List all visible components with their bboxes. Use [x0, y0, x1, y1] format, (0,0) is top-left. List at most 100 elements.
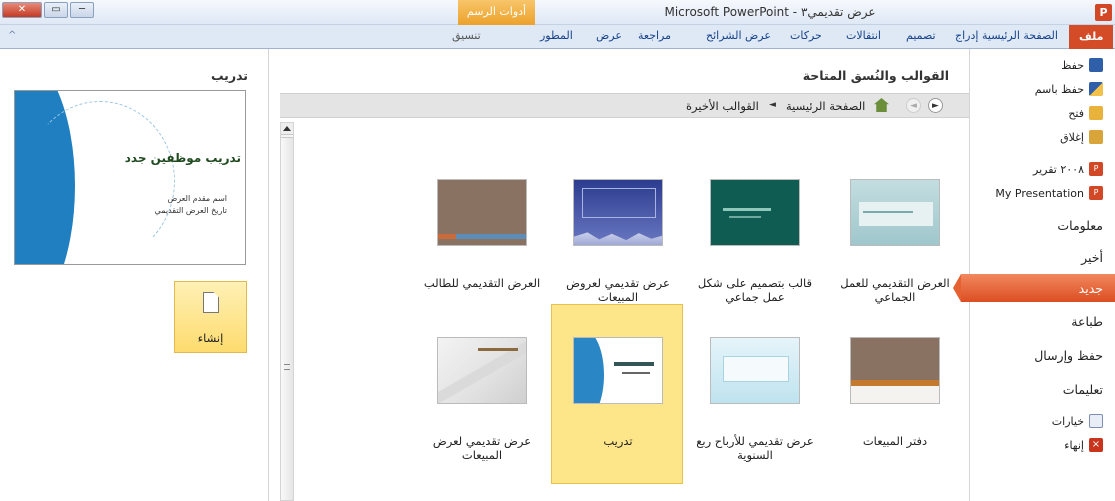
nav-print[interactable]: طباعة [969, 309, 1115, 333]
preview-title: تدريب [210, 68, 248, 83]
scrollbar-thumb[interactable] [281, 137, 293, 500]
breadcrumb-recent-templates[interactable]: القوالب الأخيرة [686, 99, 759, 113]
exit-icon: × [1089, 438, 1103, 452]
save-icon [1089, 58, 1103, 72]
nav-save[interactable]: حفظ [969, 53, 1115, 77]
create-button-label: إنشاء [197, 331, 224, 345]
template-item-selected[interactable]: تدريب [551, 304, 683, 484]
template-item[interactable]: عرض تقديمي لعروض المبيعات [551, 129, 683, 309]
template-item[interactable]: عرض تقديمي لعرض المبيعات [415, 304, 547, 484]
close-window-button[interactable]: ✕ [2, 2, 42, 18]
template-thumbnail [850, 179, 940, 246]
template-item[interactable]: العرض التقديمي للطالب [415, 129, 547, 309]
template-label: العرض التقديمي للطالب [423, 276, 541, 290]
tab-slideshow[interactable]: عرض الشرائح [706, 29, 771, 42]
template-label: قالب بتصميم على شكل عمل جماعي [697, 276, 813, 304]
minimize-window-button[interactable]: ─ [70, 2, 94, 18]
nav-exit-label: إنهاء [1064, 438, 1084, 452]
open-folder-icon [1089, 106, 1103, 120]
back-arrow-icon[interactable]: ◄ [906, 98, 921, 113]
nav-info[interactable]: معلومات [969, 213, 1115, 237]
slide-dotted-arc [25, 101, 175, 261]
tab-file[interactable]: ملف [1069, 25, 1114, 49]
close-folder-icon [1089, 130, 1103, 144]
template-label: عرض تقديمي لعروض المبيعات [566, 276, 670, 304]
powerpoint-app-icon[interactable]: P [1095, 4, 1112, 21]
preview-slide: تدريب موظفين جدد اسم مقدم العرض تاريخ ال… [14, 90, 246, 265]
template-label: دفتر المبيعات [862, 434, 928, 448]
scroll-up-arrow-icon[interactable] [281, 123, 293, 135]
nav-recent[interactable]: أخير [969, 245, 1115, 269]
templates-scrollbar[interactable] [280, 122, 294, 501]
tab-home[interactable]: الصفحة الرئيسية [982, 29, 1058, 42]
template-thumbnail [573, 179, 663, 246]
breadcrumb: القوالب الأخيرة ◄ الصفحة الرئيسية ◄ ► [280, 93, 969, 118]
maximize-window-button[interactable]: ▭ [44, 2, 68, 18]
recent-file-label: My Presentation [995, 186, 1084, 200]
recent-file-label: ٢٠٠٨ تقرير [1033, 162, 1084, 176]
nav-recent-file-1[interactable]: ٢٠٠٨ تقرير P [969, 157, 1115, 181]
backstage-nav: حفظ حفظ باسم فتح إغلاق ٢٠٠٨ تقرير P My Pr… [953, 49, 1115, 501]
available-templates-panel: القوالب والنُسق المتاحة القوالب الأخيرة … [280, 49, 969, 501]
home-icon[interactable] [874, 98, 889, 112]
template-label: عرض تقديمي للأرباح ربع السنوية [696, 434, 814, 462]
template-thumbnail [573, 337, 663, 404]
powerpoint-backstage-window: ✕ ▭ ─ أدوات الرسم عرض تقديمي٣ - Microsof… [0, 0, 1115, 501]
nav-options[interactable]: خيارات [969, 409, 1115, 433]
breadcrumb-separator-icon: ◄ [769, 100, 776, 110]
tab-review[interactable]: مراجعة [638, 29, 671, 42]
tab-insert[interactable]: إدراج [955, 29, 978, 42]
slide-heading: تدريب موظفين جدد [124, 151, 241, 165]
template-item[interactable]: عرض تقديمي للأرباح ربع السنوية [688, 304, 820, 484]
template-preview-panel: تدريب تدريب موظفين جدد اسم مقدم العرض تا… [0, 49, 268, 501]
tab-transitions[interactable]: انتقالات [846, 29, 881, 42]
panel-divider [268, 49, 269, 501]
template-item[interactable]: دفتر المبيعات [828, 304, 960, 484]
blank-document-icon [203, 292, 219, 313]
template-thumbnail [710, 179, 800, 246]
forward-arrow-icon[interactable]: ► [928, 98, 943, 113]
options-icon [1089, 414, 1103, 428]
template-thumbnail [437, 337, 527, 404]
nav-save-send[interactable]: حفظ وإرسال [969, 343, 1115, 367]
drawing-tools-context-tab[interactable]: أدوات الرسم [458, 0, 535, 25]
powerpoint-file-icon: P [1089, 186, 1103, 200]
powerpoint-file-icon: P [1089, 162, 1103, 176]
template-label: العرض التقديمي للعمل الجماعي [840, 276, 950, 304]
template-thumbnail [850, 337, 940, 404]
window-title: عرض تقديمي٣ - Microsoft PowerPoint [664, 5, 876, 19]
save-as-icon [1089, 82, 1103, 96]
slide-subtitle-date: تاريخ العرض التقديمي [154, 206, 227, 215]
template-item[interactable]: قالب بتصميم على شكل عمل جماعي [688, 129, 820, 309]
create-button[interactable]: إنشاء [174, 281, 247, 353]
nav-recent-file-2[interactable]: My Presentation P [969, 181, 1115, 205]
ribbon-collapse-icon[interactable]: ^ [8, 30, 16, 41]
nav-open-label: فتح [1068, 106, 1084, 120]
tab-format[interactable]: تنسيق [452, 29, 481, 42]
nav-options-label: خيارات [1051, 414, 1084, 428]
template-label: عرض تقديمي لعرض المبيعات [432, 434, 532, 462]
scrollbar-grip-icon [284, 364, 290, 370]
nav-close[interactable]: إغلاق [969, 125, 1115, 149]
nav-save-label: حفظ [1061, 58, 1084, 72]
window-controls: ✕ ▭ ─ [2, 2, 94, 18]
template-thumbnail [710, 337, 800, 404]
tab-developer[interactable]: المطور [540, 29, 573, 42]
nav-close-label: إغلاق [1060, 130, 1084, 144]
nav-save-as[interactable]: حفظ باسم [969, 77, 1115, 101]
tab-animations[interactable]: حركات [790, 29, 822, 42]
nav-save-as-label: حفظ باسم [1034, 82, 1084, 96]
template-thumbnail [437, 179, 527, 246]
breadcrumb-home[interactable]: الصفحة الرئيسية [786, 99, 865, 113]
templates-title: القوالب والنُسق المتاحة [802, 68, 949, 83]
nav-open[interactable]: فتح [969, 101, 1115, 125]
slide-subtitle-presenter: اسم مقدم العرض [167, 194, 227, 203]
tab-design[interactable]: تصميم [906, 29, 936, 42]
nav-exit[interactable]: إنهاء × [969, 433, 1115, 457]
nav-help[interactable]: تعليمات [969, 377, 1115, 401]
ribbon-tabs: ^ تنسيق المطور عرض مراجعة عرض الشرائح حر… [0, 25, 1115, 49]
tab-view[interactable]: عرض [596, 29, 622, 42]
nav-new[interactable]: جديد [953, 274, 1115, 302]
template-item[interactable]: العرض التقديمي للعمل الجماعي [828, 129, 960, 309]
template-label: تدريب [603, 434, 633, 448]
